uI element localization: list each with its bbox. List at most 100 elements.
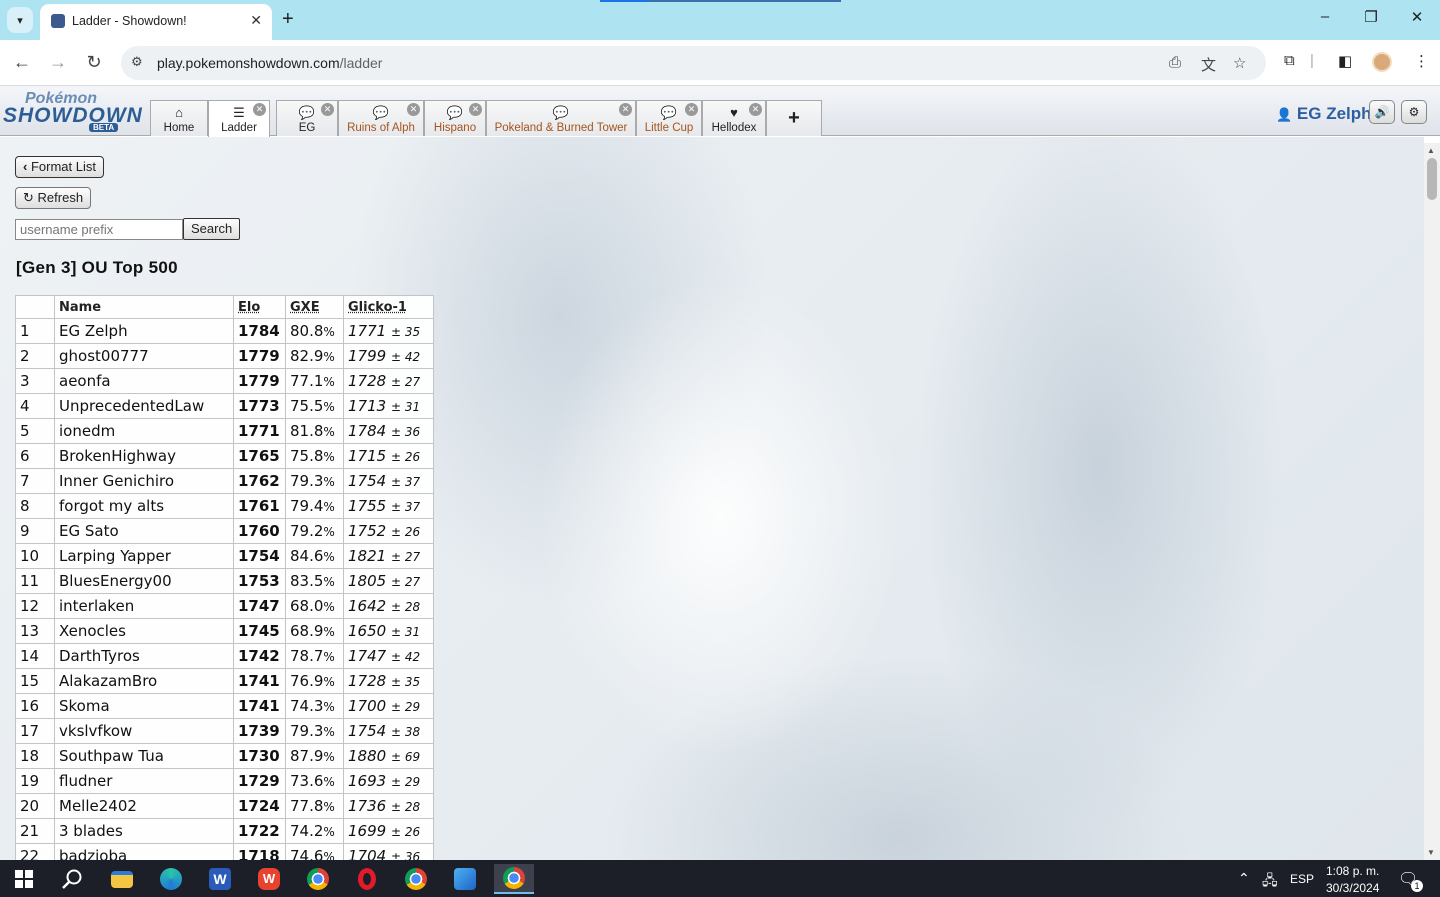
chrome-profile-taskbar-icon[interactable] bbox=[396, 864, 436, 894]
rank-cell: 12 bbox=[15, 593, 55, 619]
scrollbar-thumb[interactable] bbox=[1427, 158, 1437, 200]
tab-little-cup[interactable]: 💬 Little Cup ✕ bbox=[636, 100, 702, 136]
new-tab-button[interactable]: + bbox=[282, 8, 294, 30]
gxe-column-header[interactable]: GXE bbox=[285, 295, 344, 319]
username-button[interactable]: 👤 EG Zelph bbox=[1276, 104, 1372, 124]
site-settings-icon[interactable]: ⚙ bbox=[131, 54, 143, 70]
browser-tab-strip: ▾ Ladder - Showdown! ✕ + – ❐ ✕ bbox=[0, 0, 1440, 40]
network-icon[interactable]: 🖧 bbox=[1262, 870, 1278, 894]
player-name-link[interactable]: Larping Yapper bbox=[54, 543, 234, 569]
install-app-icon[interactable]: ⎙ bbox=[1169, 54, 1181, 71]
close-tab-hellodex-icon[interactable]: ✕ bbox=[749, 103, 762, 116]
search-button[interactable]: Search bbox=[183, 218, 241, 240]
gxe-cell: 82.9% bbox=[285, 343, 344, 369]
player-name-link[interactable]: Xenocles bbox=[54, 618, 234, 644]
player-name-link[interactable]: badzioba bbox=[54, 843, 234, 860]
minimize-window-button[interactable]: – bbox=[1310, 8, 1340, 25]
glicko-cell: 1713 ± 31 bbox=[343, 393, 434, 419]
table-row: 17 vkslvfkow 1739 79.3% 1754 ± 38 bbox=[15, 718, 434, 744]
tab-home[interactable]: ⌂ Home bbox=[150, 100, 208, 136]
player-name-link[interactable]: EG Sato bbox=[54, 518, 234, 544]
translate-icon[interactable]: 文 bbox=[1201, 54, 1216, 75]
scroll-up-arrow-icon[interactable]: ▲ bbox=[1427, 146, 1435, 155]
close-tab-ladder-icon[interactable]: ✕ bbox=[253, 103, 266, 116]
player-name-link[interactable]: DarthTyros bbox=[54, 643, 234, 669]
tab-ruins-of-alph[interactable]: 💬 Ruins of Alph ✕ bbox=[338, 100, 424, 136]
player-name-link[interactable]: Southpaw Tua bbox=[54, 743, 234, 769]
player-name-link[interactable]: forgot my alts bbox=[54, 493, 234, 519]
glicko-column-header[interactable]: Glicko-1 bbox=[343, 295, 434, 319]
word-taskbar-icon[interactable]: W bbox=[200, 864, 240, 894]
gxe-cell: 79.3% bbox=[285, 468, 344, 494]
show-hidden-icons-chevron-icon[interactable]: ⌃ bbox=[1238, 870, 1250, 887]
back-arrow-icon[interactable]: ← bbox=[10, 51, 34, 73]
address-url[interactable]: play.pokemonshowdown.com/ladder bbox=[157, 55, 382, 71]
tab-pokeland-burned-tower[interactable]: 💬 Pokeland & Burned Tower ✕ bbox=[486, 100, 636, 136]
close-tab-ruins-icon[interactable]: ✕ bbox=[407, 103, 420, 116]
gxe-cell: 74.3% bbox=[285, 693, 344, 719]
player-name-link[interactable]: Inner Genichiro bbox=[54, 468, 234, 494]
side-panel-icon[interactable]: ◧ bbox=[1338, 52, 1352, 70]
tab-hellodex[interactable]: ♥ Hellodex ✕ bbox=[702, 100, 766, 136]
tab-eg[interactable]: 💬 EG ✕ bbox=[276, 100, 338, 136]
browser-tab-ladder[interactable]: Ladder - Showdown! ✕ bbox=[40, 4, 272, 40]
clock-date[interactable]: 30/3/2024 bbox=[1326, 881, 1379, 895]
player-name-link[interactable]: EG Zelph bbox=[54, 318, 234, 344]
player-name-link[interactable]: ghost00777 bbox=[54, 343, 234, 369]
tab-search-button[interactable]: ▾ bbox=[7, 7, 33, 33]
player-name-link[interactable]: BrokenHighway bbox=[54, 443, 234, 469]
player-name-link[interactable]: UnprecedentedLaw bbox=[54, 393, 234, 419]
photos-taskbar-icon[interactable] bbox=[445, 864, 485, 894]
close-window-button[interactable]: ✕ bbox=[1402, 8, 1432, 26]
edge-taskbar-icon[interactable] bbox=[151, 864, 191, 894]
rank-cell: 13 bbox=[15, 618, 55, 644]
elo-column-header[interactable]: Elo bbox=[233, 295, 286, 319]
glicko-deviation: ± 31 bbox=[390, 625, 421, 639]
forward-arrow-icon[interactable]: → bbox=[46, 51, 70, 73]
close-tab-littlecup-icon[interactable]: ✕ bbox=[685, 103, 698, 116]
gxe-cell: 78.7% bbox=[285, 643, 344, 669]
showdown-logo[interactable]: Pokémon SHOWDOWN BETA bbox=[3, 90, 149, 132]
player-name-link[interactable]: Skoma bbox=[54, 693, 234, 719]
opera-taskbar-icon[interactable] bbox=[347, 864, 387, 894]
player-name-link[interactable]: 3 blades bbox=[54, 818, 234, 844]
reload-icon[interactable]: ↻ bbox=[82, 51, 106, 73]
player-name-link[interactable]: Melle2402 bbox=[54, 793, 234, 819]
player-name-link[interactable]: AlakazamBro bbox=[54, 668, 234, 694]
chrome-taskbar-icon[interactable] bbox=[298, 864, 338, 894]
file-explorer-taskbar-icon[interactable] bbox=[102, 864, 142, 894]
wps-office-taskbar-icon[interactable]: W bbox=[249, 864, 289, 894]
page-scrollbar[interactable]: ▲ ▼ bbox=[1424, 143, 1440, 860]
clock-time[interactable]: 1:08 p. m. bbox=[1326, 864, 1379, 878]
windows-start-button[interactable] bbox=[4, 864, 44, 894]
language-indicator[interactable]: ESP bbox=[1290, 872, 1314, 886]
extensions-icon[interactable]: ⧉ bbox=[1284, 52, 1295, 69]
username-prefix-input[interactable] bbox=[15, 219, 183, 240]
player-name-link[interactable]: aeonfa bbox=[54, 368, 234, 394]
player-name-link[interactable]: vkslvfkow bbox=[54, 718, 234, 744]
refresh-button[interactable]: ↻ Refresh bbox=[15, 187, 92, 209]
player-name-link[interactable]: interlaken bbox=[54, 593, 234, 619]
taskbar-search-button[interactable] bbox=[52, 864, 92, 894]
maximize-window-button[interactable]: ❐ bbox=[1356, 8, 1386, 26]
profile-avatar[interactable] bbox=[1372, 52, 1392, 72]
glicko-rating: 1728 bbox=[348, 372, 387, 390]
settings-button[interactable]: ⚙ bbox=[1401, 100, 1427, 124]
close-tab-eg-icon[interactable]: ✕ bbox=[321, 103, 334, 116]
scroll-down-arrow-icon[interactable]: ▼ bbox=[1427, 848, 1435, 857]
address-bar[interactable]: ⚙ play.pokemonshowdown.com/ladder ⎙ 文 ☆ bbox=[121, 46, 1266, 80]
player-name-link[interactable]: BluesEnergy00 bbox=[54, 568, 234, 594]
close-tab-pokeland-icon[interactable]: ✕ bbox=[619, 103, 632, 116]
close-tab-icon[interactable]: ✕ bbox=[250, 12, 262, 29]
player-name-link[interactable]: fludner bbox=[54, 768, 234, 794]
close-tab-hispano-icon[interactable]: ✕ bbox=[469, 103, 482, 116]
bookmark-star-icon[interactable]: ☆ bbox=[1233, 54, 1246, 72]
volume-button[interactable]: 🔊 bbox=[1369, 100, 1395, 124]
player-name-link[interactable]: ionedm bbox=[54, 418, 234, 444]
tab-ladder[interactable]: ☰ Ladder ✕ bbox=[208, 100, 270, 137]
browser-menu-icon[interactable]: ⋮ bbox=[1414, 52, 1429, 70]
tab-hispano[interactable]: 💬 Hispano ✕ bbox=[424, 100, 486, 136]
add-tab-button[interactable]: + bbox=[766, 100, 822, 136]
chrome-active-taskbar-icon[interactable] bbox=[494, 864, 534, 894]
format-list-button[interactable]: ‹ Format List bbox=[15, 156, 104, 178]
